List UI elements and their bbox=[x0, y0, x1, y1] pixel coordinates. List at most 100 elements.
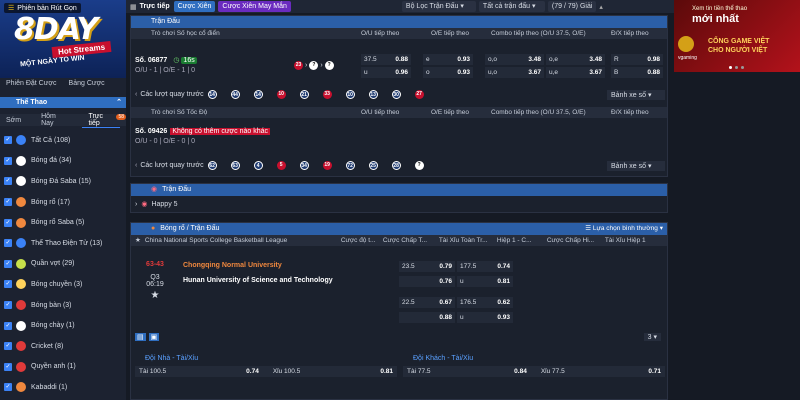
checkbox[interactable]: ✓ bbox=[4, 239, 12, 248]
tab-bet-board[interactable]: Bảng Cược bbox=[63, 80, 111, 87]
oe-odds: e 0.93 o 0.93 bbox=[423, 54, 473, 78]
section-header[interactable]: Trận Đấu bbox=[131, 16, 667, 28]
odds-cell[interactable]: u 0.93 bbox=[457, 312, 513, 323]
recent-draws-row: ‹ Các lượt quay trước 14 44 14 10 21 33 10 13 30… bbox=[135, 89, 665, 100]
sidebar-item-sport[interactable]: ✓ Bóng rổ Saba (5) bbox=[4, 212, 124, 233]
sidebar-item-sport[interactable]: ✓ Quần vợt (29) bbox=[4, 254, 124, 275]
draw-ball: 19 bbox=[322, 161, 332, 170]
checkbox[interactable]: ✓ bbox=[4, 301, 12, 310]
chevron-right-icon: › bbox=[135, 200, 138, 208]
number-wheel-select[interactable]: Bảnh xe số ▾ bbox=[607, 89, 665, 100]
odds-cell[interactable]: 176.5 0.62 bbox=[457, 297, 513, 308]
checkbox[interactable]: ✓ bbox=[4, 259, 12, 268]
live-score: 63-43 bbox=[146, 261, 164, 268]
dx-odds: R 0.98 B 0.88 bbox=[611, 54, 663, 78]
basketball-panel: ● Bóng rổ / Trận Đấu ☰ Lựa chọn bình thườ… bbox=[130, 222, 668, 400]
sidebar-item-sport[interactable]: ✓ Bóng đá (34) bbox=[4, 151, 124, 172]
checkbox[interactable]: ✓ bbox=[4, 177, 12, 186]
league-row[interactable]: › ◉ Happy 5 bbox=[131, 196, 667, 212]
checkbox[interactable]: ✓ bbox=[4, 362, 12, 371]
draw-ball: 14 bbox=[253, 90, 263, 99]
scroll-up-icon[interactable]: ▴ bbox=[599, 3, 603, 11]
stats-icon[interactable]: ▤ bbox=[135, 333, 146, 341]
away-team[interactable]: Hunan University of Science and Technolo… bbox=[183, 277, 333, 284]
checkbox[interactable]: ✓ bbox=[4, 218, 12, 227]
odds-cell[interactable]: R 0.98 bbox=[611, 54, 663, 65]
odds-cell[interactable]: 177.5 0.74 bbox=[457, 261, 513, 272]
parlay-button[interactable]: Cược Xiên bbox=[173, 1, 216, 12]
odds-cell[interactable]: 0.88 bbox=[399, 312, 455, 323]
count-league-select[interactable]: (79 / 79) Giải bbox=[547, 1, 597, 12]
menu-icon: ☰ bbox=[8, 5, 15, 12]
promo-banner[interactable]: Xem tin tiền thể thao mới nhất vgaming C… bbox=[674, 0, 800, 72]
carousel-dots[interactable] bbox=[729, 66, 744, 69]
section-header[interactable]: ● Bóng rổ / Trận Đấu ☰ Lựa chọn bình thườ… bbox=[131, 223, 667, 235]
league-icon: ◉ bbox=[141, 201, 148, 208]
live-tab[interactable]: ▦ Trực tiếp bbox=[130, 3, 170, 11]
draw-ball: 25 bbox=[368, 161, 378, 170]
star-icon[interactable]: ★ bbox=[135, 290, 175, 301]
sidebar-item-sport[interactable]: ✓ Cricket (8) bbox=[4, 336, 124, 357]
chevron-up-icon[interactable]: ⌃ bbox=[116, 97, 122, 108]
sport-icon bbox=[16, 300, 26, 311]
section-header[interactable]: ◉ Trận Đấu bbox=[131, 184, 667, 196]
odds-cell[interactable]: o,e 3.48 bbox=[546, 54, 605, 65]
checkbox[interactable]: ✓ bbox=[4, 136, 12, 145]
number-game-panel: Trận Đấu Trò chơi Số học cổ điển O/U tiế… bbox=[130, 15, 668, 177]
odds-cell[interactable]: 0.76 bbox=[399, 276, 455, 287]
vgaming-logo bbox=[678, 36, 694, 52]
checkbox[interactable]: ✓ bbox=[4, 321, 12, 330]
sidebar-item-sport[interactable]: ✓ Bóng chuyền (3) bbox=[4, 274, 124, 295]
checkbox[interactable]: ✓ bbox=[4, 280, 12, 289]
away-total-row[interactable]: Tài 77.5 0.84 Xỉu 77.5 0.71 bbox=[403, 366, 665, 377]
more-markets-select[interactable]: 3 ▾ bbox=[643, 333, 661, 341]
checkbox[interactable]: ✓ bbox=[4, 342, 12, 351]
tab-live[interactable]: Trực tiếp bbox=[82, 113, 121, 128]
selection-mode-select[interactable]: ☰ Lựa chọn bình thường ▾ bbox=[585, 223, 663, 235]
sidebar-item-sport[interactable]: ✓ Bóng Đá Saba (15) bbox=[4, 171, 124, 192]
brand-banner[interactable]: ☰ Phiên bản Rút Gọn 8DAY Hot Streams MỘT… bbox=[0, 0, 126, 78]
checkbox[interactable]: ✓ bbox=[4, 198, 12, 207]
home-team[interactable]: Chongqing Normal University bbox=[183, 262, 333, 269]
live-tv-icon[interactable]: ▣ bbox=[148, 333, 160, 341]
sidebar-item-sport[interactable]: ✓ Thể Thao Điện Tử (13) bbox=[4, 233, 124, 254]
odds-cell[interactable]: o 0.93 bbox=[423, 67, 473, 78]
odds-cell[interactable]: 37.5 0.88 bbox=[361, 54, 411, 65]
tab-today[interactable]: Hôm Nay bbox=[35, 113, 74, 127]
all-matches-select[interactable]: Tất cả trận đấu ▾ bbox=[478, 1, 545, 12]
sport-icon bbox=[16, 197, 26, 208]
odds-cell[interactable]: u 0.96 bbox=[361, 67, 411, 78]
odds-cell[interactable]: o,o 3.48 bbox=[485, 54, 544, 65]
sidebar-item-sport[interactable]: ✓ Bóng rổ (17) bbox=[4, 192, 124, 213]
time-filter-tabs: Sớm Hôm Nay Trực tiếp 58 bbox=[0, 113, 126, 128]
tab-bet-session[interactable]: Phiên Đặt Cược bbox=[0, 80, 63, 87]
match-filter-select[interactable]: Bộ Lọc Trận Đấu ▾ bbox=[401, 1, 476, 12]
number-wheel-select[interactable]: Bảnh xe số ▾ bbox=[607, 160, 665, 171]
sport-icon bbox=[16, 382, 26, 393]
sports-header[interactable]: Thể Thao ⌃ bbox=[0, 97, 126, 108]
chevron-left-icon[interactable]: ‹ bbox=[135, 162, 137, 169]
sidebar-item-sport[interactable]: ✓ Quyền anh (1) bbox=[4, 357, 124, 378]
odds-cell[interactable]: u 0.81 bbox=[457, 276, 513, 287]
sidebar-item-sport[interactable]: ✓ Tất Cả (108) bbox=[4, 130, 124, 151]
odds-cell[interactable]: 23.5 0.79 bbox=[399, 261, 455, 272]
away-total-block: Đội Khách - Tài/Xỉu Tài 77.5 0.84 Xỉu 77.… bbox=[403, 355, 665, 377]
lucky-parlay-button[interactable]: Cược Xiên May Mắn bbox=[218, 1, 291, 12]
odds-cell[interactable]: B 0.88 bbox=[611, 67, 663, 78]
draw-ball: 14 bbox=[207, 90, 217, 99]
chevron-left-icon[interactable]: ‹ bbox=[135, 91, 137, 98]
quarter: Q3 bbox=[150, 274, 160, 281]
odds-cell[interactable]: 22.5 0.67 bbox=[399, 297, 455, 308]
sidebar-item-sport[interactable]: ✓ Bóng bàn (3) bbox=[4, 295, 124, 316]
checkbox[interactable]: ✓ bbox=[4, 383, 12, 392]
odds-cell[interactable]: u,o 3.67 bbox=[485, 67, 544, 78]
odds-cell[interactable]: u,e 3.67 bbox=[546, 67, 605, 78]
checkbox[interactable]: ✓ bbox=[4, 156, 12, 165]
tab-early[interactable]: Sớm bbox=[0, 117, 27, 124]
sidebar-item-sport[interactable]: ✓ Kabaddi (1) bbox=[4, 377, 124, 398]
sport-icon bbox=[16, 279, 26, 290]
star-icon[interactable]: ★ bbox=[135, 235, 141, 246]
home-total-row[interactable]: Tài 100.5 0.74 Xỉu 100.5 0.81 bbox=[135, 366, 397, 377]
odds-cell[interactable]: e 0.93 bbox=[423, 54, 473, 65]
sidebar-item-sport[interactable]: ✓ Bóng chày (1) bbox=[4, 315, 124, 336]
